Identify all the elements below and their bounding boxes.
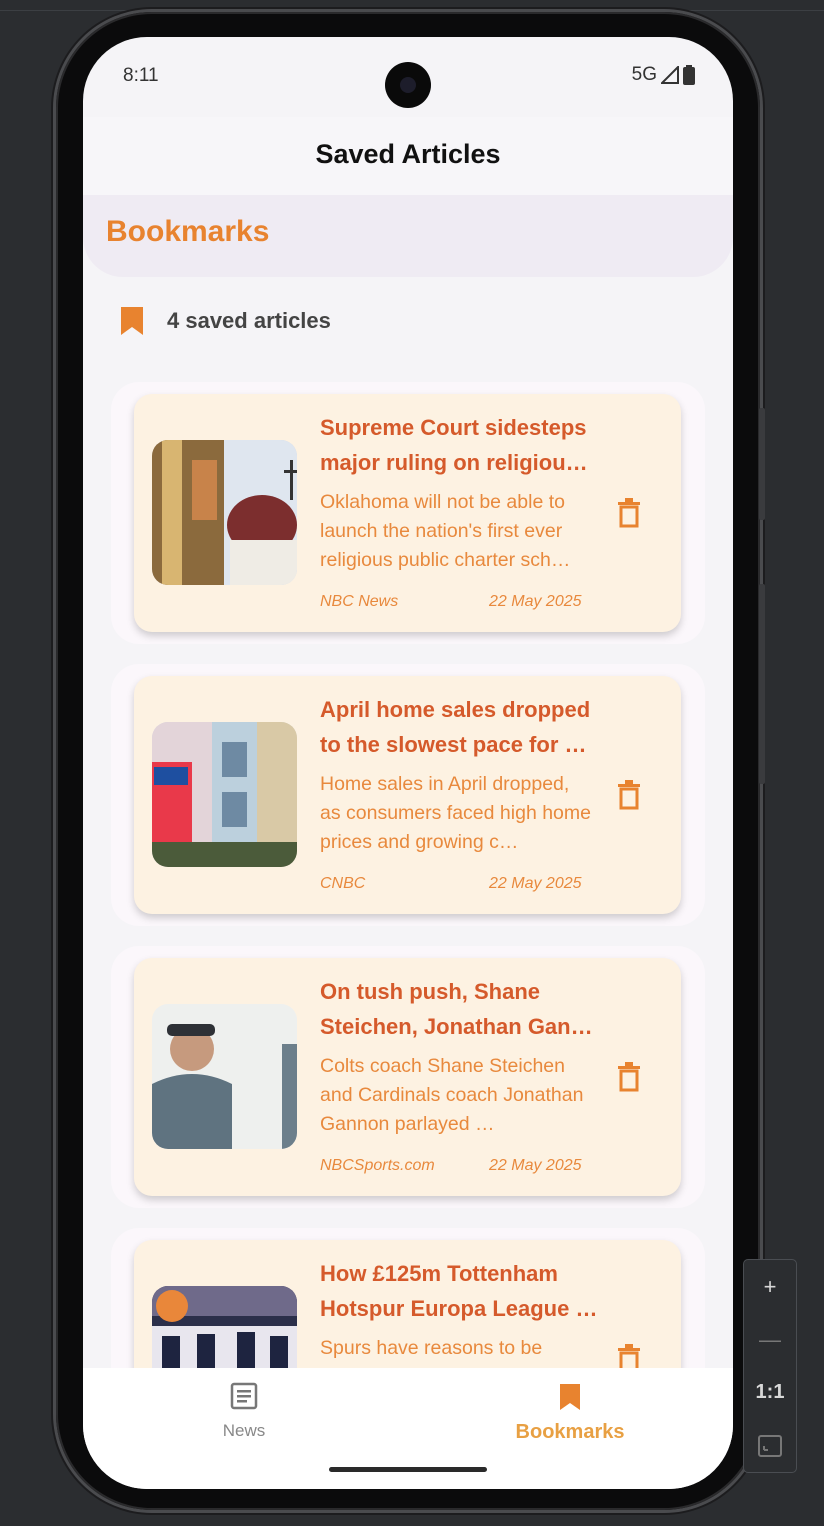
bookmarks-header: Bookmarks: [83, 195, 733, 277]
delete-icon[interactable]: [616, 1344, 642, 1368]
article-description: Home sales in April dropped, as consumer…: [320, 773, 591, 853]
article-card-body[interactable]: On tush push, Shane Steichen, Jonathan G…: [134, 958, 681, 1196]
article-date: 22 May 2025: [489, 1157, 582, 1174]
article-source: NBC News: [320, 593, 399, 610]
fit-screen-icon: [758, 1434, 782, 1457]
nav-label-news: News: [222, 1421, 266, 1440]
articles-list[interactable]: Supreme Court sidesteps major ruling on …: [83, 382, 733, 1368]
fit-screen-button[interactable]: [744, 1419, 796, 1472]
article-title[interactable]: April home sales dropped to the slowest …: [320, 692, 600, 762]
page-title: Saved Articles: [315, 139, 501, 169]
article-source: NBCSports.com: [320, 1157, 435, 1174]
status-icons: 5G: [632, 64, 695, 86]
article-card[interactable]: How £125m Tottenham Hotspur Europa Leagu…: [111, 1228, 705, 1368]
article-card-body[interactable]: How £125m Tottenham Hotspur Europa Leagu…: [134, 1240, 681, 1368]
saved-count-label: 4 saved articles: [167, 308, 331, 333]
front-camera: [385, 62, 431, 108]
device-screen: 8:11 5G Saved Articles Bookmarks 4 saved…: [83, 37, 733, 1489]
volume-button: [759, 408, 765, 520]
signal-icon: [661, 66, 679, 84]
power-button: [759, 584, 765, 784]
article-card[interactable]: April home sales dropped to the slowest …: [111, 664, 705, 926]
saved-count-row: 4 saved articles: [119, 305, 331, 337]
article-thumbnail: [152, 440, 297, 585]
emulator-zoom-controls: + — 1:1: [743, 1259, 797, 1473]
bookmark-icon: [121, 307, 143, 335]
article-description: Spurs have reasons to be: [320, 1337, 543, 1359]
status-bar: 8:11 5G: [83, 37, 733, 117]
bottom-navigation: News Bookmarks: [83, 1368, 733, 1489]
article-card-body[interactable]: April home sales dropped to the slowest …: [134, 676, 681, 914]
article-date: 22 May 2025: [489, 875, 582, 892]
article-icon: [230, 1382, 258, 1410]
article-title[interactable]: On tush push, Shane Steichen, Jonathan G…: [320, 974, 600, 1044]
bookmark-icon: [560, 1384, 580, 1410]
ide-top-bar: [0, 0, 824, 11]
article-date: 22 May 2025: [489, 593, 582, 610]
article-thumbnail: [152, 1286, 297, 1368]
battery-icon: [683, 65, 695, 85]
zoom-in-button[interactable]: +: [744, 1260, 796, 1313]
article-thumbnail: [152, 722, 297, 867]
delete-icon[interactable]: [616, 780, 642, 810]
zoom-out-button[interactable]: —: [744, 1313, 796, 1366]
home-indicator[interactable]: [329, 1467, 487, 1472]
app-bar: Saved Articles: [83, 117, 733, 195]
article-description: Colts coach Shane Steichen and Cardinals…: [320, 1055, 584, 1135]
article-description: Oklahoma will not be able to launch the …: [320, 491, 571, 571]
nav-item-news[interactable]: News: [174, 1382, 314, 1441]
article-card[interactable]: On tush push, Shane Steichen, Jonathan G…: [111, 946, 705, 1208]
article-source: CNBC: [320, 875, 366, 892]
status-time: 8:11: [123, 65, 159, 86]
article-title[interactable]: Supreme Court sidesteps major ruling on …: [320, 410, 600, 480]
delete-icon[interactable]: [616, 1062, 642, 1092]
network-type: 5G: [631, 64, 657, 85]
article-thumbnail: [152, 1004, 297, 1149]
article-card-body[interactable]: Supreme Court sidesteps major ruling on …: [134, 394, 681, 632]
section-title: Bookmarks: [106, 215, 270, 248]
actual-size-button[interactable]: 1:1: [744, 1366, 796, 1419]
nav-item-bookmarks[interactable]: Bookmarks: [500, 1382, 640, 1444]
delete-icon[interactable]: [616, 498, 642, 528]
nav-label-bookmarks: Bookmarks: [515, 1421, 625, 1443]
article-title[interactable]: How £125m Tottenham Hotspur Europa Leagu…: [320, 1256, 600, 1326]
article-card[interactable]: Supreme Court sidesteps major ruling on …: [111, 382, 705, 644]
